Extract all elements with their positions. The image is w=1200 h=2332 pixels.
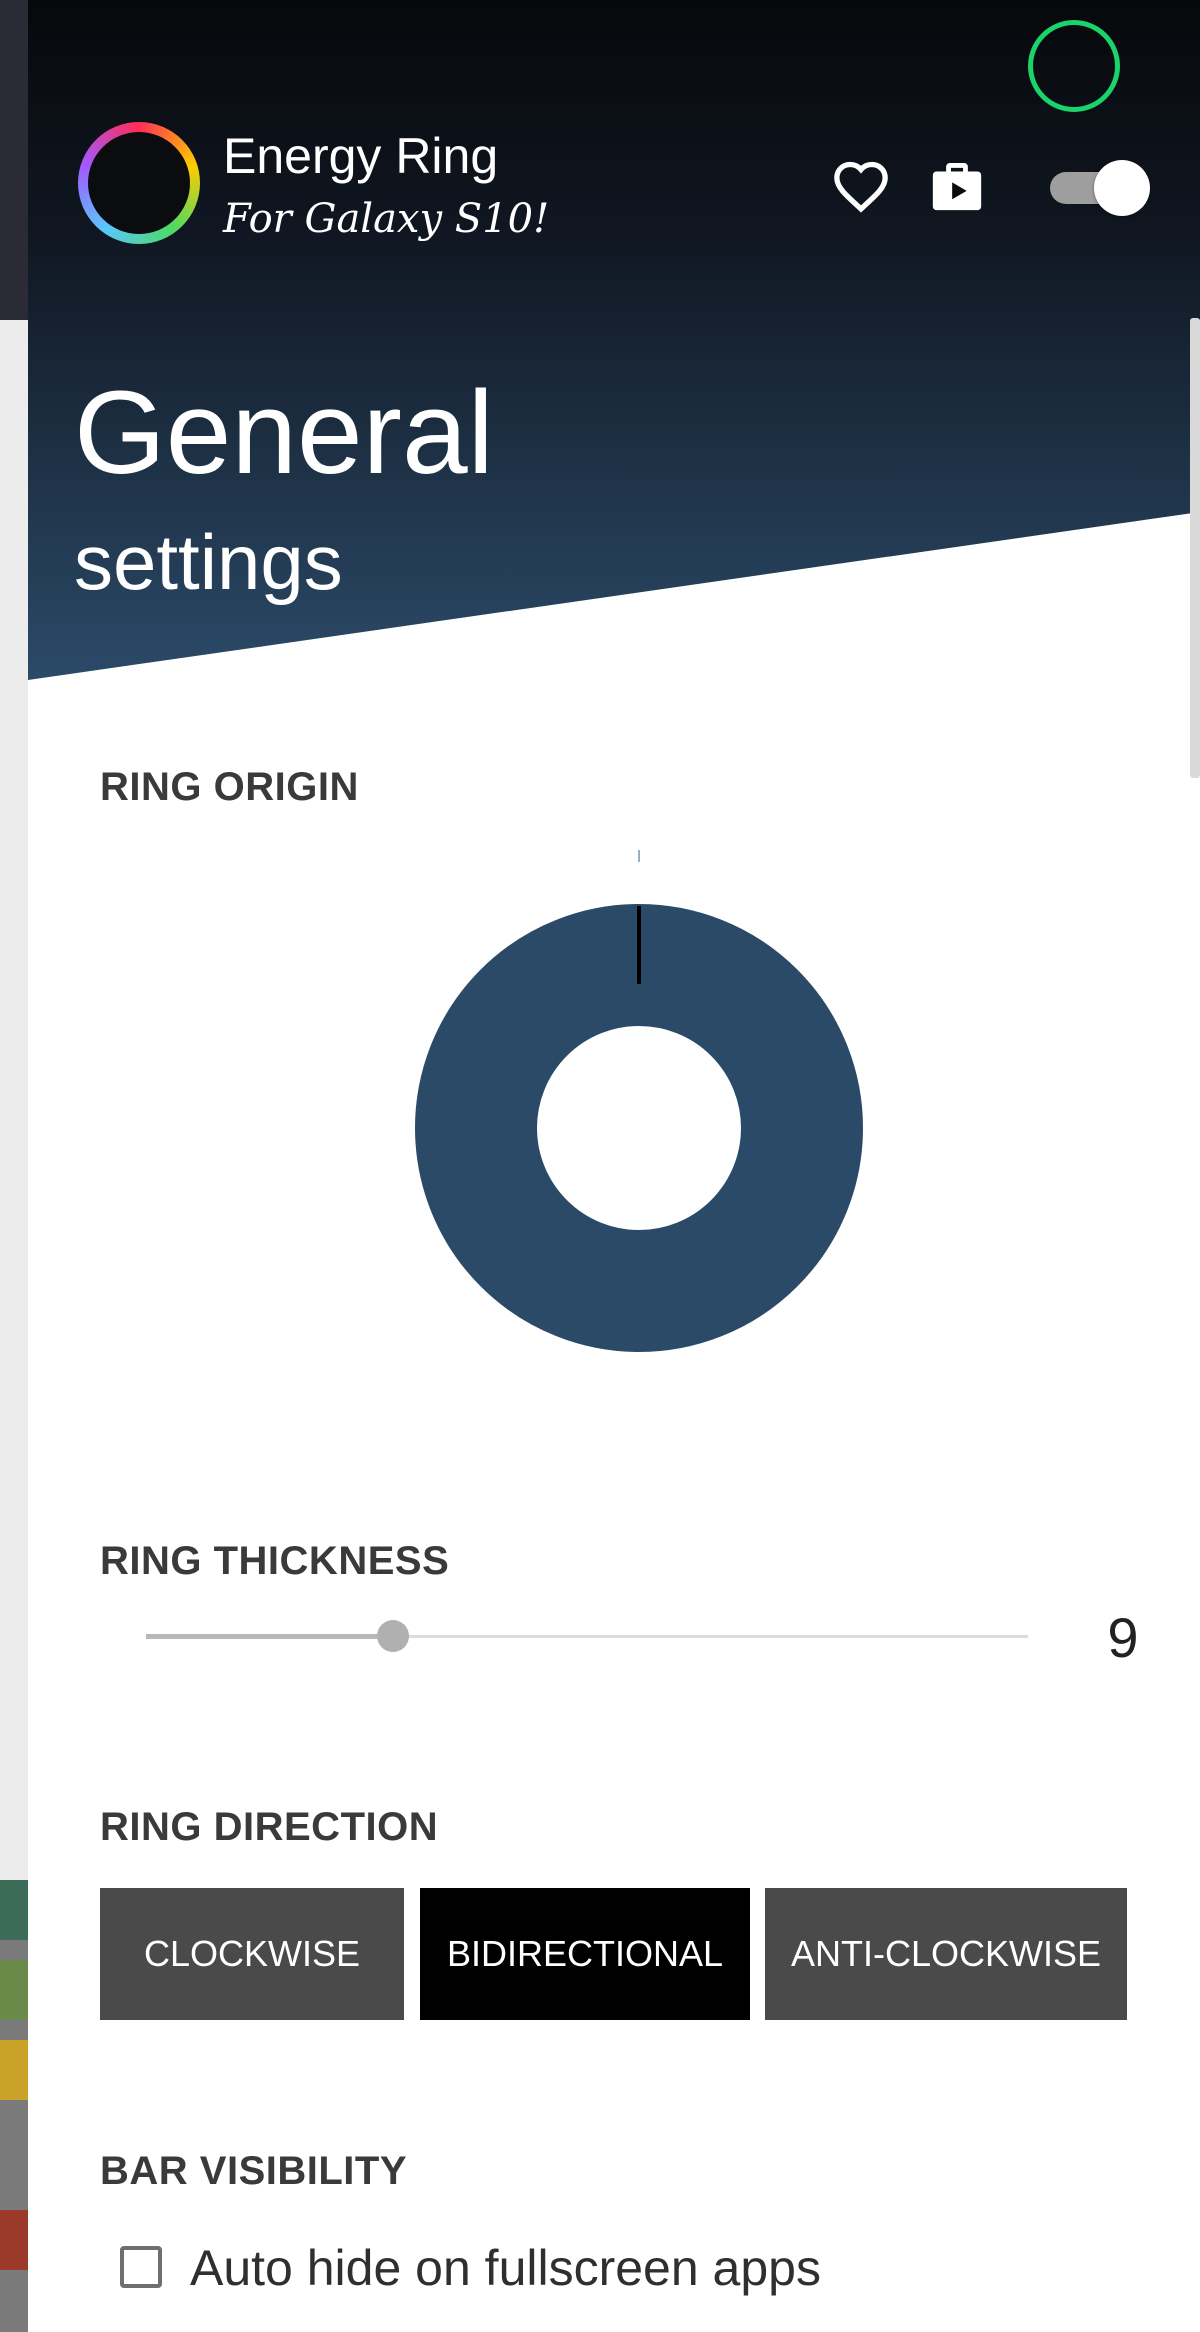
thickness-value: 9: [1107, 1606, 1139, 1669]
anti-clockwise-button[interactable]: ANTI-CLOCKWISE: [765, 1888, 1127, 2020]
background-app: [0, 0, 28, 2332]
energy-ring-logo-icon: [78, 122, 200, 244]
thickness-slider-fill: [146, 1634, 393, 1639]
ring-preview: [415, 904, 863, 1352]
store-button[interactable]: [926, 155, 988, 217]
app-title: Energy Ring: [223, 128, 499, 184]
ring-origin-preview[interactable]: [368, 840, 928, 1360]
auto-hide-label: Auto hide on fullscreen apps: [190, 2240, 821, 2296]
bidirectional-button[interactable]: BIDIRECTIONAL: [420, 1888, 750, 2020]
bar-visibility-label: BAR VISIBILITY: [100, 2149, 408, 2193]
ring-thickness-label: RING THICKNESS: [100, 1539, 450, 1583]
enable-toggle[interactable]: [1050, 160, 1150, 216]
toggle-knob: [1094, 160, 1150, 216]
app-subtitle: For Galaxy S10!: [223, 196, 550, 242]
clockwise-button[interactable]: CLOCKWISE: [100, 1888, 404, 2020]
settings-panel: Energy Ring For Galaxy S10! General sett…: [28, 0, 1200, 2332]
page-title: General: [74, 367, 494, 499]
store-icon: [932, 163, 982, 211]
ring-direction-label: RING DIRECTION: [100, 1805, 439, 1849]
heart-icon: [834, 161, 888, 213]
status-ring-icon: [1028, 20, 1120, 112]
ring-origin-label: RING ORIGIN: [100, 765, 359, 809]
page-subtitle: settings: [74, 518, 343, 606]
scrollbar[interactable]: [1190, 318, 1200, 778]
favorite-button[interactable]: [830, 155, 892, 217]
auto-hide-checkbox[interactable]: [120, 2246, 162, 2288]
thickness-slider-thumb[interactable]: [376, 1620, 409, 1652]
